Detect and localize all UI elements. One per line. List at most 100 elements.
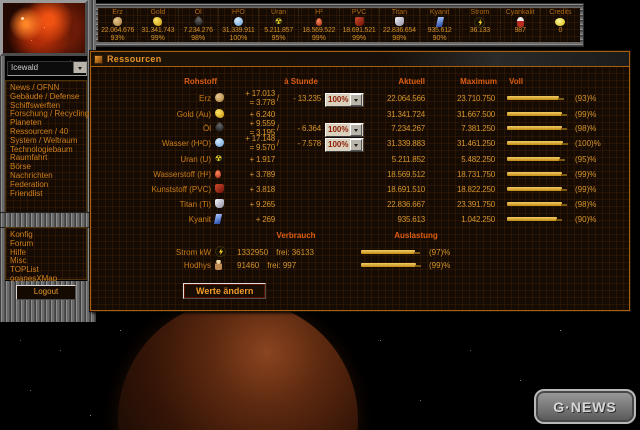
resource-value: 22.064.676 xyxy=(101,27,135,34)
verbrauch-row: Hodhys 91460 frei: 997 (99)% xyxy=(91,256,629,270)
factor-select[interactable]: 100% xyxy=(325,93,365,107)
verbrauch-table: Strom kW 1332950 frei: 36133 (97)% Hodhys… xyxy=(91,243,629,270)
sidebar-menu-label: Hilfe xyxy=(10,247,27,257)
resource-icon xyxy=(555,17,566,26)
row-resource-name: Wasserstoff (H²) xyxy=(153,169,211,179)
maximum-value: 23.710.750 xyxy=(456,93,495,103)
topbar-resource-cell: PVC 18.691.521 99% xyxy=(340,8,380,42)
resource-icon xyxy=(215,93,224,103)
production-per-hour: + 1.917 xyxy=(249,154,275,164)
resource-percent: 99% xyxy=(311,35,326,42)
sidebar-menu-item[interactable]: · Friendlist xyxy=(10,188,86,199)
header-rohstoff: Rohstoff xyxy=(184,76,217,86)
game-logo[interactable] xyxy=(0,0,88,56)
aktuell-value: 18.569.512 xyxy=(386,169,425,179)
aktuell-value: 31.339.883 xyxy=(386,138,425,148)
resource-icon xyxy=(215,138,224,148)
sidebar-menu-main: · News / OFNN· · Gebäude / Defense· Schi… xyxy=(5,80,89,213)
aktuell-value: 18.691.510 xyxy=(386,184,425,194)
table-row: Erz + 17.013 = 3.778 / - 13.235 100% 22.… xyxy=(91,89,629,107)
planet-select-dropdown-button[interactable] xyxy=(73,62,86,73)
sidebar-menu-label: System / Weltraum xyxy=(10,135,78,145)
factor-select-value: 100% xyxy=(328,140,349,149)
logout-button[interactable]: Logout xyxy=(16,285,76,300)
planet-image xyxy=(118,300,358,430)
header-stunde: à Stunde xyxy=(284,76,318,86)
net-per-hour: = 3.778 xyxy=(249,98,275,107)
resource-icon xyxy=(213,122,226,134)
aktuell-value: 22.836.667 xyxy=(386,199,425,209)
topbar-resource-cell: H²O 31.339.911 100% xyxy=(219,8,259,42)
used-value: 1332950 xyxy=(237,247,269,257)
fill-progress-bar xyxy=(507,96,564,100)
header-maximum: Maximum xyxy=(460,76,497,86)
table-row: Wasserstoff (H²) + 3.789 / xyxy=(91,164,629,179)
topbar-resource-cell: Kyanit 935.612 90% xyxy=(420,8,461,42)
sidebar-menu-label: News / OFNN xyxy=(10,83,60,92)
maximum-value: 23.391.750 xyxy=(456,199,495,209)
sidebar-menu-label: Friendlist xyxy=(10,188,43,198)
auslastung-percent: (97)% xyxy=(429,247,451,257)
topbar-resource-cell: Erz 22.064.676 93% xyxy=(98,8,139,42)
resource-value: 31.339.911 xyxy=(222,27,255,34)
resource-icon xyxy=(354,17,364,27)
auslastung-percent: (99)% xyxy=(429,260,451,270)
verbrauch-header-row: Verbrauch Auslastung xyxy=(91,228,629,243)
resource-table: Erz + 17.013 = 3.778 / - 13.235 100% 22.… xyxy=(91,89,629,224)
resource-icon xyxy=(215,184,224,194)
header-verbrauch: Verbrauch xyxy=(276,231,316,240)
resource-value: 22.836.654 xyxy=(382,27,416,34)
resource-value: 935.612 xyxy=(427,27,452,34)
resource-value: 7.234.276 xyxy=(183,27,213,34)
header-voll: Voll xyxy=(509,76,524,86)
frei-label: frei: xyxy=(276,247,290,257)
consumption-per-hour: - 7.578 xyxy=(297,138,321,148)
maximum-value: 7.381.250 xyxy=(461,123,495,133)
table-row: Kunststoff (PVC) + 3.818 / xyxy=(91,179,629,194)
header-aktuell: Aktuell xyxy=(398,76,425,86)
resource-value: 36.133 xyxy=(469,27,490,34)
production-per-hour: + 3.789 xyxy=(249,169,275,179)
resource-value: 0 xyxy=(558,27,563,34)
fill-progress-bar xyxy=(507,187,567,191)
resource-label: Kyanit xyxy=(429,9,450,16)
frei-label: frei: xyxy=(267,260,281,270)
topbar-resource-cell: Gold 31.341.743 99% xyxy=(138,8,179,42)
maximum-value: 18.822.250 xyxy=(456,184,495,194)
factor-select[interactable]: 100% xyxy=(325,138,365,152)
sidebar-menu-secondary: · Konfig· Forum· Hilfe· Misc· TOPList· o… xyxy=(5,227,87,283)
panel-title: Ressourcen xyxy=(107,54,162,64)
voll-percent: (98)% xyxy=(575,123,597,133)
row-resource-name: Uran (U) xyxy=(180,154,211,164)
factor-select-dropdown-button[interactable] xyxy=(350,139,363,151)
voll-percent: (99)% xyxy=(575,109,597,119)
resource-value: 31.341.743 xyxy=(141,27,175,34)
verbrauch-name: Strom kW xyxy=(175,247,211,257)
factor-select-value: 100% xyxy=(328,95,349,104)
table-row: Wasser (H²O) + 17.148 = 9.570 / - 7.578 … xyxy=(91,134,629,152)
gnews-logo[interactable]: G·NEWS xyxy=(534,389,636,424)
voll-percent: (98)% xyxy=(575,199,597,209)
topbar-resource-cell: Cyankalit 987 xyxy=(501,8,541,42)
resource-icon xyxy=(233,17,243,27)
sidebar-menu-label: TOPList xyxy=(10,265,39,275)
sidebar-menu-label: Technologiebaum xyxy=(10,144,73,154)
resource-icon xyxy=(213,213,223,224)
factor-select-dropdown-button[interactable] xyxy=(350,94,363,106)
game-screen: Erz 22.064.676 93% Gold 31.341.743 99% Ö… xyxy=(0,0,640,430)
sidebar-menu-label: Konfig xyxy=(10,230,33,239)
table-row: Titan (Ti) + 9.265 / xyxy=(91,194,629,209)
sidebar-menu-label: Schiffswerften xyxy=(10,100,61,110)
voll-percent: (95)% xyxy=(575,154,597,164)
panel-body: Rohstoff à Stunde Aktuell Maximum Voll E… xyxy=(91,67,629,310)
table-header-row: Rohstoff à Stunde Aktuell Maximum Voll xyxy=(91,73,629,89)
topbar-resource-cell: Öl 7.234.276 98% xyxy=(179,8,219,42)
maximum-value: 31.667.500 xyxy=(456,109,495,119)
resource-percent: 99% xyxy=(352,35,367,42)
fill-progress-bar xyxy=(507,157,565,161)
topbar-resource-cell: Titan 22.836.654 98% xyxy=(380,8,420,42)
used-value: 91460 xyxy=(237,260,260,270)
aktuell-value: 31.341.724 xyxy=(386,109,425,119)
planet-select[interactable]: Icewald xyxy=(7,61,87,76)
werte-aendern-button[interactable]: Werte ändern xyxy=(183,283,267,299)
